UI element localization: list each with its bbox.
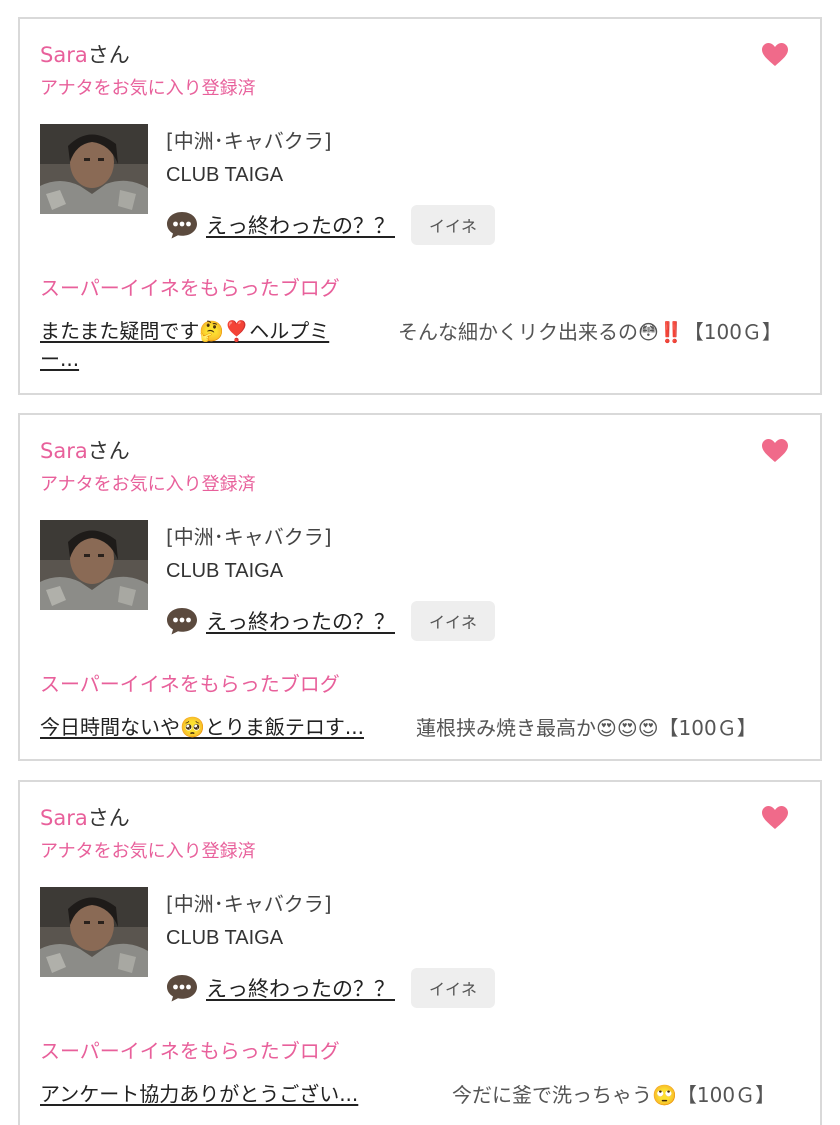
user-name-link[interactable]: Sara [40, 806, 88, 830]
blog-title-link[interactable]: アンケート協力ありがとうござい... [40, 1080, 400, 1108]
heart-icon[interactable] [762, 806, 788, 830]
user-card: Saraさん アナタをお気に入り登録済 [中洲･キャバクラ] CLUB TAIG… [18, 780, 822, 1125]
user-name-link[interactable]: Sara [40, 439, 88, 463]
super-like-blog-heading: スーパーイイネをもらったブログ [40, 276, 340, 300]
blog-title-link[interactable]: またまた疑問です🤔❣️ヘルプミー... [40, 317, 362, 373]
message-row: えっ終わったの？？ イイネ [166, 967, 495, 1009]
message-link[interactable]: えっ終わったの？？ [206, 973, 395, 1003]
user-line: Saraさん [40, 437, 130, 465]
heart-icon[interactable] [762, 43, 788, 67]
cast-photo[interactable] [40, 124, 148, 214]
favorite-status: アナタをお気に入り登録済 [40, 841, 256, 862]
cast-photo[interactable] [40, 520, 148, 610]
blog-comment: そんな細かくリク出来るの😳‼️【100Ｇ】 [398, 320, 782, 344]
shop-name[interactable]: CLUB TAIGA [166, 161, 283, 189]
favorite-status: アナタをお気に入り登録済 [40, 474, 256, 495]
shop-area-label: [中洲･キャバクラ] [166, 892, 332, 916]
user-honorific: さん [87, 43, 130, 67]
user-honorific: さん [87, 806, 130, 830]
shop-area-label: [中洲･キャバクラ] [166, 525, 332, 549]
user-honorific: さん [87, 439, 130, 463]
blog-comment: 蓮根挟み焼き最高か😍😍😍【100Ｇ】 [416, 716, 757, 740]
shop-name[interactable]: CLUB TAIGA [166, 557, 283, 585]
like-button[interactable]: イイネ [411, 601, 495, 641]
like-button[interactable]: イイネ [411, 205, 495, 245]
blog-comment: 今だに釜で洗っちゃう🙄【100Ｇ】 [452, 1083, 776, 1107]
shop-area-label: [中洲･キャバクラ] [166, 129, 332, 153]
chat-bubble-icon [167, 608, 197, 635]
cast-photo[interactable] [40, 887, 148, 977]
message-row: えっ終わったの？？ イイネ [166, 600, 495, 642]
heart-icon[interactable] [762, 439, 788, 463]
user-line: Saraさん [40, 41, 130, 69]
message-link[interactable]: えっ終わったの？？ [206, 606, 395, 636]
message-row: えっ終わったの？？ イイネ [166, 204, 495, 246]
shop-name[interactable]: CLUB TAIGA [166, 924, 283, 952]
chat-bubble-icon [167, 212, 197, 239]
user-card: Saraさん アナタをお気に入り登録済 [中洲･キャバクラ] CLUB TAIG… [18, 17, 822, 395]
like-button[interactable]: イイネ [411, 968, 495, 1008]
message-link[interactable]: えっ終わったの？？ [206, 210, 395, 240]
super-like-blog-heading: スーパーイイネをもらったブログ [40, 672, 340, 696]
favorite-status: アナタをお気に入り登録済 [40, 78, 256, 99]
super-like-blog-heading: スーパーイイネをもらったブログ [40, 1039, 340, 1063]
blog-title-link[interactable]: 今日時間ないや🥺とりま飯テロす... [40, 713, 400, 741]
chat-bubble-icon [167, 975, 197, 1002]
user-name-link[interactable]: Sara [40, 43, 88, 67]
user-line: Saraさん [40, 804, 130, 832]
user-card: Saraさん アナタをお気に入り登録済 [中洲･キャバクラ] CLUB TAIG… [18, 413, 822, 761]
